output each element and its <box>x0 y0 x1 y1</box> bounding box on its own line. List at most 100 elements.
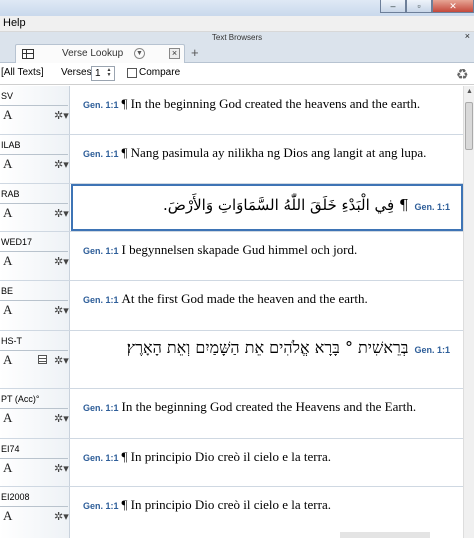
tab-strip: Verse Lookup ▼ × <box>0 43 474 63</box>
recycle-icon[interactable]: ♻ <box>456 66 469 83</box>
version-abbreviation[interactable]: ILAB <box>1 140 21 150</box>
verse-reference[interactable]: Gen. 1:1 <box>83 149 119 159</box>
window-controls: – ▫ ✕ <box>380 0 474 13</box>
list-item: EI2008 A ✲▾ Gen. 1:1 ¶ In principio Dio c… <box>0 487 463 538</box>
verse-body: ¶ Nang pasimula ay nilikha ng Dios ang l… <box>121 145 427 160</box>
verse-body: ¶ In principio Dio creò il cielo e la te… <box>121 449 331 464</box>
label-divider <box>0 506 68 507</box>
version-abbreviation[interactable]: RAB <box>1 189 20 199</box>
list-item: PT (Acc)° A ✲▾ Gen. 1:1 In the beginning … <box>0 389 463 439</box>
font-icon[interactable]: A <box>3 410 12 426</box>
verse-text: Gen. 1:1 ¶ Nang pasimula ay nilikha ng Di… <box>83 144 455 163</box>
font-icon[interactable]: A <box>3 508 12 524</box>
list-item: SV A ✲▾ Gen. 1:1 ¶ In the beginning God c… <box>0 86 463 135</box>
verses-value: 1 <box>95 68 101 79</box>
label-divider <box>0 300 68 301</box>
gear-icon[interactable]: ✲▾ <box>54 462 69 475</box>
verses-label: Verses: <box>61 67 95 78</box>
chevron-down-icon[interactable]: ▼ <box>134 48 145 59</box>
label-divider <box>0 203 68 204</box>
font-icon[interactable]: A <box>3 352 12 368</box>
verse-reference[interactable]: Gen. 1:1 <box>83 246 119 256</box>
version-abbreviation[interactable]: HS-T <box>1 336 22 346</box>
version-abbreviation[interactable]: PT (Acc)° <box>1 394 39 404</box>
menu-help[interactable]: Help <box>3 17 26 29</box>
verse-reference[interactable]: Gen. 1:1 <box>414 202 450 212</box>
grid-icon <box>22 49 34 59</box>
stepper-arrows-icon[interactable]: ▲ ▼ <box>105 68 113 79</box>
gear-icon[interactable]: ✲▾ <box>54 304 69 317</box>
row-label: ILAB A ✲▾ <box>0 135 70 183</box>
scroll-up-icon[interactable]: ▲ <box>465 88 474 97</box>
verses-stepper[interactable]: 1 ▲ ▼ <box>91 66 115 81</box>
add-tab-button[interactable]: + <box>191 45 199 60</box>
label-divider <box>0 408 68 409</box>
lookup-toolbar: [All Texts] Verses: 1 ▲ ▼ Compare ♻ <box>0 63 474 85</box>
verse-reference[interactable]: Gen. 1:1 <box>83 100 119 110</box>
verse-text: Gen. 1:1 At the first God made the heaven… <box>83 290 455 309</box>
verse-reference[interactable]: Gen. 1:1 <box>83 403 119 413</box>
row-label: WED17 A ✲▾ <box>0 232 70 280</box>
list-item: WED17 A ✲▾ Gen. 1:1 I begynnelsen skapade… <box>0 232 463 281</box>
window-title-bar: – ▫ ✕ <box>0 0 474 16</box>
vertical-scrollbar[interactable]: ▲ <box>463 86 474 538</box>
version-abbreviation[interactable]: EI74 <box>1 444 20 454</box>
row-label: EI2008 A ✲▾ <box>0 487 70 538</box>
row-label: HS-T A ✲▾ <box>0 331 70 388</box>
verse-body: ¶ In the beginning God created the heave… <box>121 96 421 111</box>
label-divider <box>0 350 68 351</box>
font-icon[interactable]: A <box>3 302 12 318</box>
verse-reference[interactable]: Gen. 1:1 <box>414 345 450 355</box>
gear-icon[interactable]: ✲▾ <box>54 412 69 425</box>
verse-reference[interactable]: Gen. 1:1 <box>83 453 119 463</box>
verse-reference[interactable]: Gen. 1:1 <box>83 295 119 305</box>
text-source-selector[interactable]: [All Texts] <box>1 67 44 78</box>
panel-header: Text Browsers × <box>0 31 474 43</box>
gear-icon[interactable]: ✲▾ <box>54 510 69 523</box>
gear-icon[interactable]: ✲▾ <box>54 109 69 122</box>
maximize-button[interactable]: ▫ <box>406 0 432 13</box>
font-icon[interactable]: A <box>3 156 12 172</box>
verse-body: ¶ فِي الْبَدْءِ خَلَقَ اللّٰهُ السَّمَاو… <box>162 196 409 214</box>
row-label: PT (Acc)° A ✲▾ <box>0 389 70 438</box>
panel-title: Text Browsers <box>211 33 263 42</box>
label-divider <box>0 154 68 155</box>
font-icon[interactable]: A <box>3 460 12 476</box>
row-label: SV A ✲▾ <box>0 86 70 134</box>
verse-list: SV A ✲▾ Gen. 1:1 ¶ In the beginning God c… <box>0 86 463 538</box>
horizontal-scrollbar[interactable] <box>340 532 430 538</box>
panel-close-button[interactable]: × <box>465 31 470 41</box>
label-divider <box>0 251 68 252</box>
verse-text: Gen. 1:1 ¶ In the beginning God created t… <box>83 95 455 114</box>
tab-close-button[interactable]: × <box>169 48 180 59</box>
verse-text: Gen. 1:1 I begynnelsen skapade Gud himmel… <box>83 241 455 260</box>
verse-reference[interactable]: Gen. 1:1 <box>83 501 119 511</box>
minimize-button[interactable]: – <box>380 0 406 13</box>
version-abbreviation[interactable]: SV <box>1 91 13 101</box>
gear-icon[interactable]: ✲▾ <box>54 158 69 171</box>
list-item: EI74 A ✲▾ Gen. 1:1 ¶ In principio Dio cre… <box>0 439 463 487</box>
interlinear-icon[interactable] <box>38 355 47 364</box>
gear-icon[interactable]: ✲▾ <box>54 207 69 220</box>
row-label: RAB A ✲▾ <box>0 184 70 231</box>
scroll-thumb[interactable] <box>465 102 473 150</box>
font-icon[interactable]: A <box>3 107 12 123</box>
font-icon[interactable]: A <box>3 205 12 221</box>
verse-text: Gen. 1:1 ¶ In principio Dio creò il cielo… <box>83 496 455 515</box>
verse-text: Gen. 1:1 בְּרֵאשִׁית ° בָּרָא אֱלֹהִים אֵ… <box>83 336 453 362</box>
font-icon[interactable]: A <box>3 253 12 269</box>
version-abbreviation[interactable]: BE <box>1 286 13 296</box>
label-divider <box>0 458 68 459</box>
menu-bar: Help <box>0 16 474 32</box>
close-window-button[interactable]: ✕ <box>432 0 474 13</box>
version-abbreviation[interactable]: EI2008 <box>1 492 30 502</box>
verse-body: בְּרֵאשִׁית ° בָּרָא אֱלֹהִים אֵת הַשָּׁ… <box>126 338 409 357</box>
gear-icon[interactable]: ✲▾ <box>54 255 69 268</box>
version-abbreviation[interactable]: WED17 <box>1 237 32 247</box>
gear-icon[interactable]: ✲▾ <box>54 354 69 367</box>
list-item: HS-T A ✲▾ Gen. 1:1 בְּרֵאשִׁית ° בָּרָא א… <box>0 331 463 389</box>
tab-verse-lookup[interactable]: Verse Lookup ▼ × <box>15 44 185 63</box>
list-item: ILAB A ✲▾ Gen. 1:1 ¶ Nang pasimula ay nil… <box>0 135 463 184</box>
compare-checkbox[interactable] <box>127 68 137 78</box>
list-item: RAB A ✲▾ Gen. 1:1 ¶ فِي الْبَدْءِ خَلَقَ … <box>0 184 463 232</box>
